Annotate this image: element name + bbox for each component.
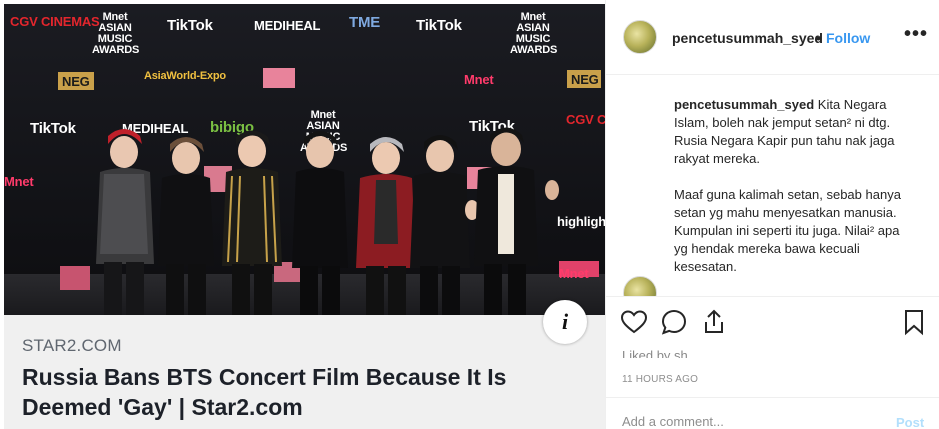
info-icon: i — [561, 309, 569, 334]
link-domain: STAR2.COM — [22, 336, 122, 355]
person-2 — [158, 137, 214, 315]
post-timestamp[interactable]: 11 HOURS AGO — [622, 374, 698, 385]
person-4 — [292, 131, 348, 315]
caption-paragraph-2: Maaf guna kalimah setan, sebab hanya set… — [674, 187, 901, 274]
caption-paragraph-1: pencetusummah_syed Kita Negara Islam, bo… — [674, 96, 906, 168]
post-actions-bar — [606, 296, 939, 348]
heart-icon[interactable] — [620, 308, 648, 336]
add-comment-bar: Post — [606, 397, 939, 429]
share-icon[interactable] — [700, 308, 728, 336]
comment-icon[interactable] — [660, 308, 688, 336]
follow-button[interactable]: Follow — [826, 30, 870, 46]
avatar[interactable] — [623, 20, 657, 54]
person-1 — [96, 129, 154, 315]
post-header: pencetusummah_syed • Follow ••• — [606, 0, 939, 75]
caption-username[interactable]: pencetusummah_syed — [674, 97, 814, 112]
header-username[interactable]: pencetusummah_syed — [672, 30, 823, 46]
link-headline[interactable]: Russia Bans BTS Concert Film Because It … — [22, 362, 582, 422]
post-sidebar: pencetusummah_syed • Follow ••• pencetus… — [605, 0, 939, 429]
comments-area[interactable]: pencetusummah_syed Kita Negara Islam, bo… — [606, 76, 939, 296]
preview-photo[interactable]: CGV CINEMAS Mnet ASIAN MUSIC AWARDS TikT… — [4, 4, 605, 315]
person-3 — [222, 130, 282, 315]
person-6 — [410, 135, 479, 315]
comment-input[interactable] — [622, 414, 872, 429]
post-caption: pencetusummah_syed Kita Negara Islam, bo… — [674, 96, 906, 294]
person-5 — [356, 137, 416, 315]
link-preview-card[interactable]: CGV CINEMAS Mnet ASIAN MUSIC AWARDS TikT… — [4, 4, 605, 429]
post-comment-button[interactable]: Post — [896, 415, 924, 429]
link-preview-caption[interactable]: STAR2.COM Russia Bans BTS Concert Film B… — [22, 336, 582, 422]
group-photo-people — [96, 127, 559, 315]
separator-dot: • — [816, 30, 821, 46]
person-7 — [474, 127, 559, 315]
liked-by-text[interactable]: Liked by sh — [622, 348, 872, 358]
more-options-icon[interactable]: ••• — [904, 23, 928, 46]
bookmark-icon[interactable] — [900, 308, 928, 336]
avatar[interactable] — [623, 276, 657, 296]
